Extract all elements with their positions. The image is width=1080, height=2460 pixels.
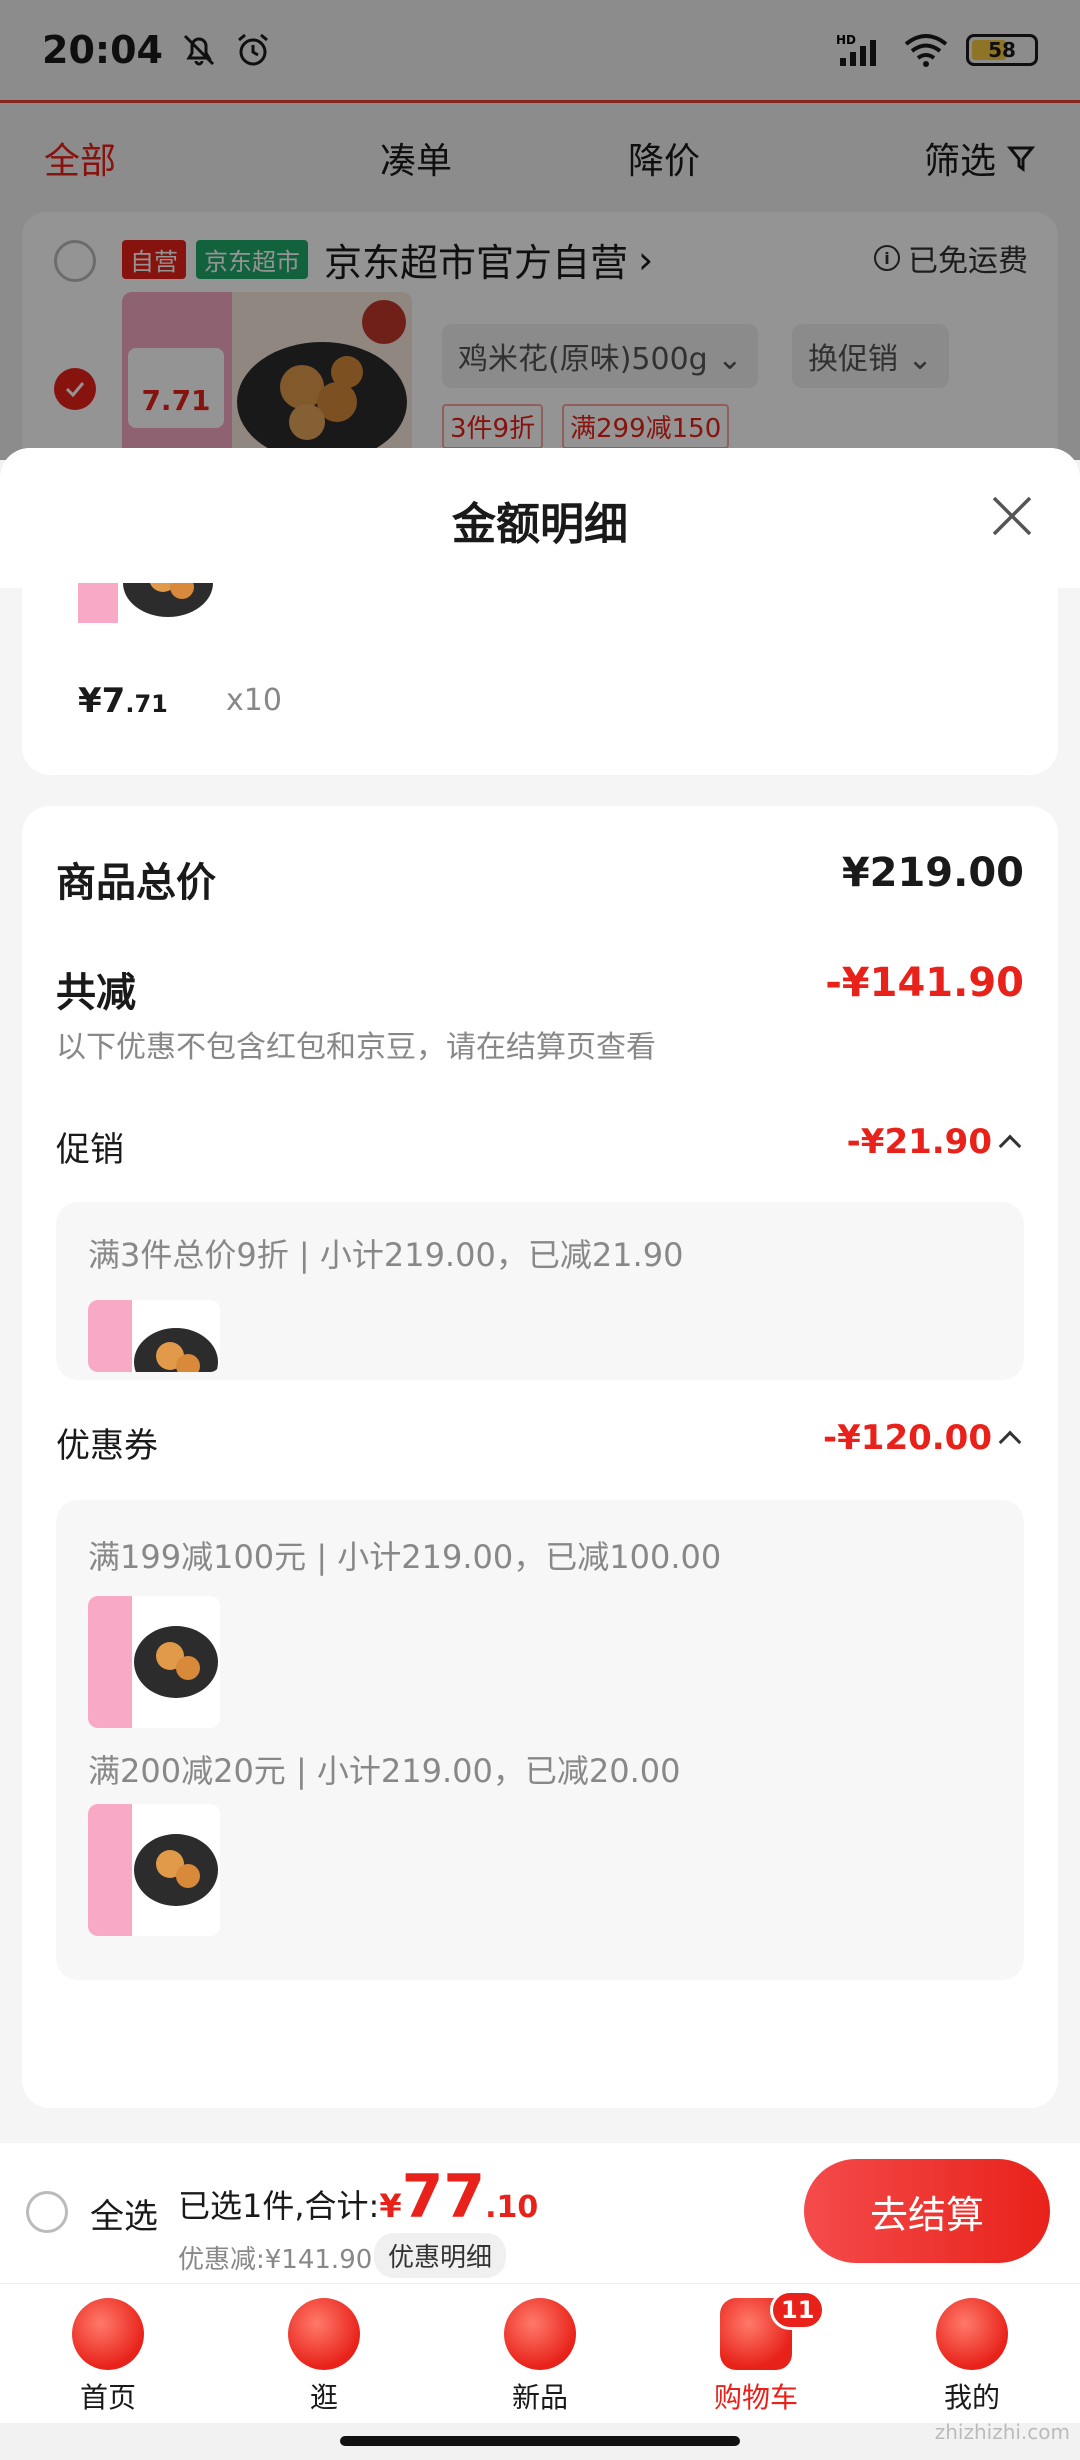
coupon-label: 优惠券 (56, 1426, 158, 1466)
selection-summary: 已选1件,合计: ¥ 77 .10 (178, 2162, 539, 2232)
home-icon (72, 2298, 144, 2370)
select-all-checkbox[interactable] (26, 2191, 68, 2233)
close-icon[interactable] (988, 492, 1036, 540)
checkout-bar: 全选 已选1件,合计: ¥ 77 .10 优惠减:¥141.90 优惠明细 去结… (0, 2143, 1080, 2283)
coupon-detail-line: 满200减20元 | 小计219.00，已减20.00 (88, 1752, 681, 1790)
explore-icon (288, 2298, 360, 2370)
discount-amount: 优惠减:¥141.90 (178, 2245, 373, 2275)
nav-cart[interactable]: 11 购物车 (648, 2284, 864, 2423)
modal-overlay[interactable] (0, 0, 1080, 460)
cart-badge: 11 (770, 2290, 826, 2330)
nav-profile[interactable]: 我的 (864, 2284, 1080, 2423)
home-indicator[interactable] (340, 2436, 740, 2446)
checkout-button[interactable]: 去结算 (804, 2159, 1050, 2263)
coupon-product-thumbnail (88, 1804, 220, 1936)
sheet-header: 金额明细 (0, 448, 1080, 588)
amount-detail-card: 商品总价 ¥219.00 共减 -¥141.90 以下优惠不包含红包和京豆，请在… (22, 806, 1058, 2108)
nav-home[interactable]: 首页 (0, 2284, 216, 2423)
discount-detail-button[interactable]: 优惠明细 (374, 2233, 507, 2278)
reduction-note: 以下优惠不包含红包和京豆，请在结算页查看 (56, 1030, 656, 1065)
bottom-nav: 首页 逛 新品 11 购物车 我的 (0, 2283, 1080, 2423)
total-amount-integer: 77 (401, 2162, 486, 2232)
total-amount-decimal: .10 (485, 2190, 539, 2225)
goods-total-value: ¥219.00 (841, 850, 1024, 896)
nav-explore[interactable]: 逛 (216, 2284, 432, 2423)
total-reduction-value: -¥141.90 (825, 960, 1024, 1006)
chevron-up-icon (998, 1134, 1022, 1158)
profile-icon (936, 2298, 1008, 2370)
amount-detail-sheet: 金额明细 ¥7.71 x10 商品总价 ¥219.00 共减 -¥141.90 … (0, 448, 1080, 2143)
goods-total-label: 商品总价 (56, 860, 216, 906)
select-all-label[interactable]: 全选 (90, 2189, 158, 2238)
promotion-toggle[interactable]: -¥21.90 (846, 1122, 1022, 1162)
promotion-detail-line: 满3件总价9折 | 小计219.00，已减21.90 (88, 1236, 684, 1274)
promotion-label: 促销 (56, 1130, 124, 1170)
chevron-up-icon (998, 1430, 1022, 1454)
item-card: ¥7.71 x10 (22, 583, 1058, 775)
promotion-detail-box: 满3件总价9折 | 小计219.00，已减21.90 (56, 1202, 1024, 1380)
watermark: zhizhizhi.com (934, 2420, 1070, 2444)
coupon-value: -¥120.00 (823, 1418, 992, 1458)
coupon-toggle[interactable]: -¥120.00 (823, 1418, 1022, 1458)
coupon-product-thumbnail (88, 1596, 220, 1728)
item-unit-price: ¥7.71 (78, 681, 168, 721)
promotion-product-thumbnail (88, 1300, 220, 1372)
total-reduction-label: 共减 (56, 970, 136, 1016)
promotion-value: -¥21.90 (846, 1122, 992, 1162)
product-thumbnail (78, 583, 218, 623)
coupon-detail-box: 满199减100元 | 小计219.00，已减100.00 满200减20元 |… (56, 1500, 1024, 1980)
item-quantity: x10 (226, 683, 282, 718)
sheet-title: 金额明细 (452, 499, 628, 550)
new-products-icon (504, 2298, 576, 2370)
coupon-detail-line: 满199减100元 | 小计219.00，已减100.00 (88, 1538, 722, 1576)
nav-new-products[interactable]: 新品 (432, 2284, 648, 2423)
